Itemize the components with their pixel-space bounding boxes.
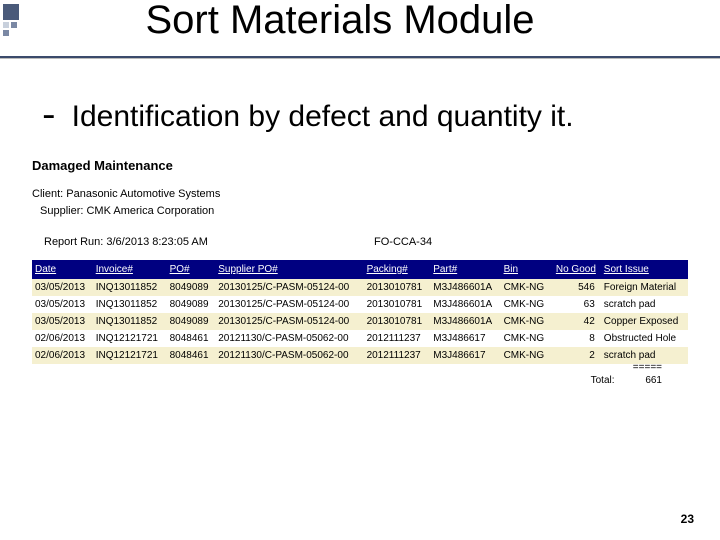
col-po: PO# — [167, 260, 216, 279]
total-separator: ===== — [591, 362, 662, 373]
form-id: FO-CCA-34 — [374, 236, 432, 248]
col-date: Date — [32, 260, 93, 279]
slide-title: Sort Materials Module — [0, 0, 680, 43]
report-run-row: Report Run: 3/6/2013 8:23:05 AM FO-CCA-3… — [44, 236, 680, 248]
total-label: Total: — [591, 375, 615, 386]
client-supplier-info: Client: Panasonic Automotive Systems Sup… — [32, 186, 220, 219]
title-divider — [0, 56, 720, 58]
table-row: 03/05/2013 INQ13011852 8049089 20130125/… — [32, 296, 688, 313]
subtitle-row: - Identification by defect and quantity … — [38, 96, 700, 137]
col-part: Part# — [430, 260, 500, 279]
supplier-label: Supplier: — [40, 205, 83, 217]
table-row: 02/06/2013 INQ12121721 8048461 20121130/… — [32, 347, 688, 364]
col-issue: Sort Issue — [601, 260, 688, 279]
col-nogood: No Good — [551, 260, 601, 279]
supplier-value: CMK America Corporation — [86, 205, 214, 217]
table-row: 02/06/2013 INQ12121721 8048461 20121130/… — [32, 330, 688, 347]
table-header-row: Date Invoice# PO# Supplier PO# Packing# … — [32, 260, 688, 279]
col-bin: Bin — [501, 260, 551, 279]
report-run-value: 3/6/2013 8:23:05 AM — [106, 236, 208, 248]
bullet-dash: - — [38, 96, 60, 137]
col-supplier-po: Supplier PO# — [215, 260, 363, 279]
report-run-label: Report Run: — [44, 236, 103, 248]
page-number: 23 — [681, 512, 694, 526]
table-row: 03/05/2013 INQ13011852 8049089 20130125/… — [32, 313, 688, 330]
col-packing: Packing# — [364, 260, 431, 279]
data-table: Date Invoice# PO# Supplier PO# Packing# … — [32, 260, 688, 364]
col-invoice: Invoice# — [93, 260, 167, 279]
client-label: Client: — [32, 188, 63, 200]
total-value: 661 — [645, 375, 662, 386]
table-row: 03/05/2013 INQ13011852 8049089 20130125/… — [32, 279, 688, 296]
slide: Sort Materials Module - Identification b… — [0, 0, 720, 540]
totals-block: ===== Total: 661 — [591, 362, 662, 386]
client-value: Panasonic Automotive Systems — [66, 188, 220, 200]
subtitle-text: Identification by defect and quantity it… — [72, 100, 574, 134]
section-heading: Damaged Maintenance — [32, 158, 173, 173]
